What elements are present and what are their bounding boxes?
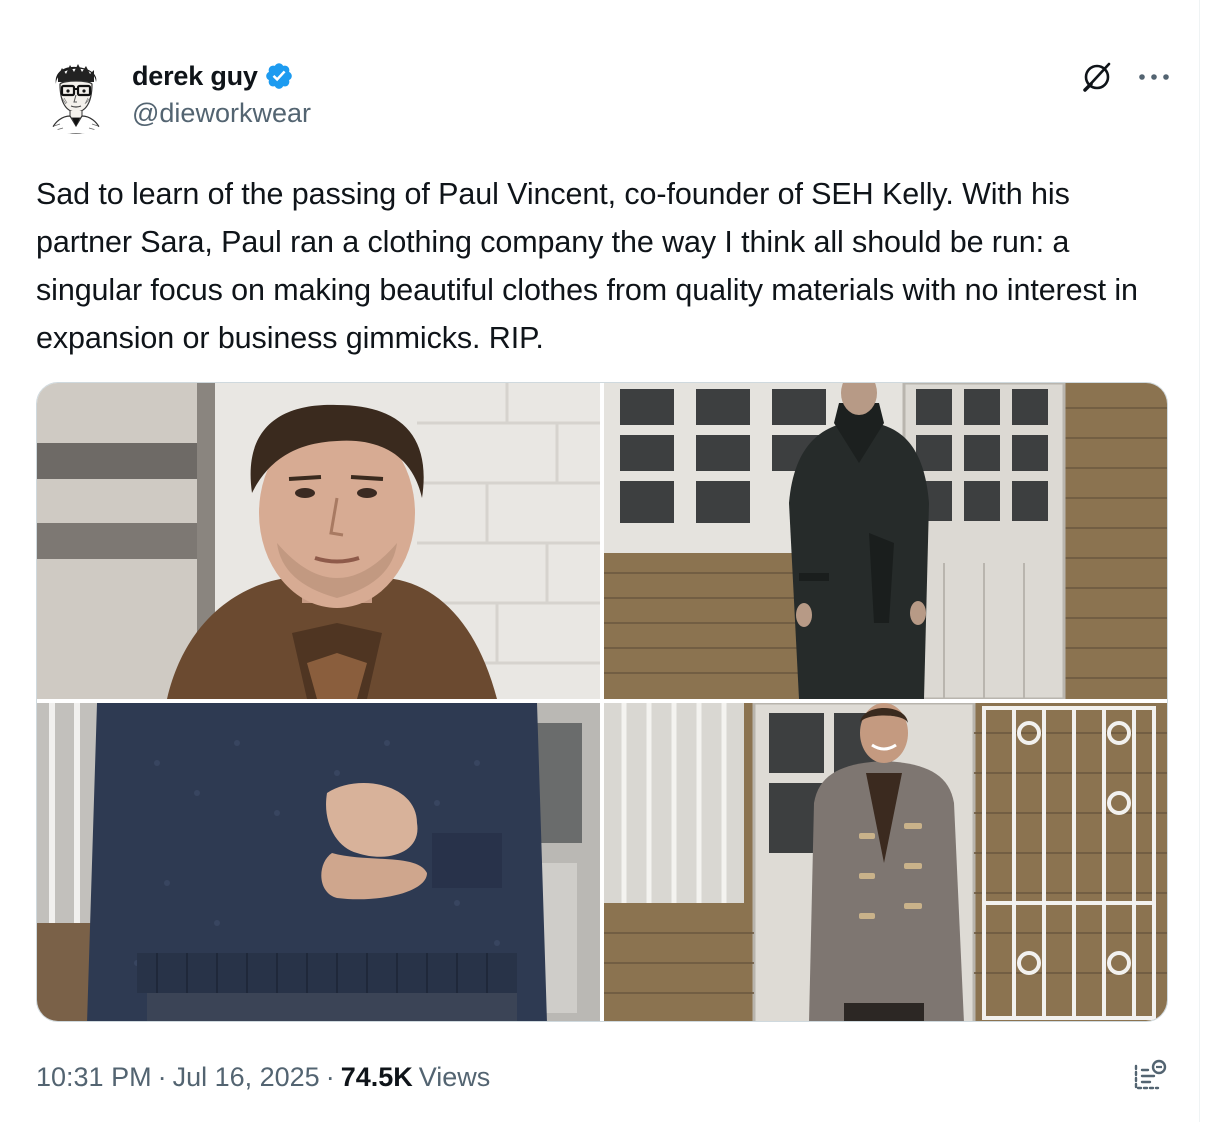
post-analytics-icon[interactable] xyxy=(1132,1058,1168,1094)
tweet-meta: 10:31 PM · Jul 16, 2025 · 74.5K Views xyxy=(36,1058,490,1096)
author-avatar[interactable] xyxy=(36,54,116,134)
tweet-frame: derek guy @dieworkwear Sad to learn of t… xyxy=(0,0,1200,1122)
tweet-time[interactable]: 10:31 PM xyxy=(36,1062,152,1093)
media-grid xyxy=(36,382,1168,1022)
media-photo-2[interactable] xyxy=(604,383,1167,699)
views-count: 74.5K xyxy=(340,1061,413,1092)
tweet-top-actions xyxy=(1080,60,1172,94)
verified-badge-icon[interactable] xyxy=(264,61,294,91)
more-options-icon[interactable] xyxy=(1136,60,1172,94)
media-photo-3[interactable] xyxy=(37,703,600,1021)
media-photo-1[interactable] xyxy=(37,383,600,699)
meta-separator: · xyxy=(325,1061,335,1092)
photo-navy-knit-sweater-icon xyxy=(37,703,600,1021)
author-display-name[interactable]: derek guy xyxy=(132,61,258,92)
author-name-block: derek guy @dieworkwear xyxy=(132,58,311,129)
grok-icon[interactable] xyxy=(1080,60,1114,94)
meta-separator: · xyxy=(157,1061,167,1092)
media-photo-4[interactable] xyxy=(604,703,1167,1021)
views-label: Views xyxy=(418,1061,491,1092)
photo-man-black-coat-icon xyxy=(604,383,1167,699)
author-handle[interactable]: @dieworkwear xyxy=(132,98,311,129)
tweet-date[interactable]: Jul 16, 2025 xyxy=(173,1062,320,1093)
photo-man-duffle-coat-icon xyxy=(604,703,1167,1021)
photo-man-brown-jacket-icon xyxy=(37,383,600,699)
tweet-text: Sad to learn of the passing of Paul Vinc… xyxy=(36,177,1138,355)
sketch-portrait-avatar-icon xyxy=(36,54,116,134)
